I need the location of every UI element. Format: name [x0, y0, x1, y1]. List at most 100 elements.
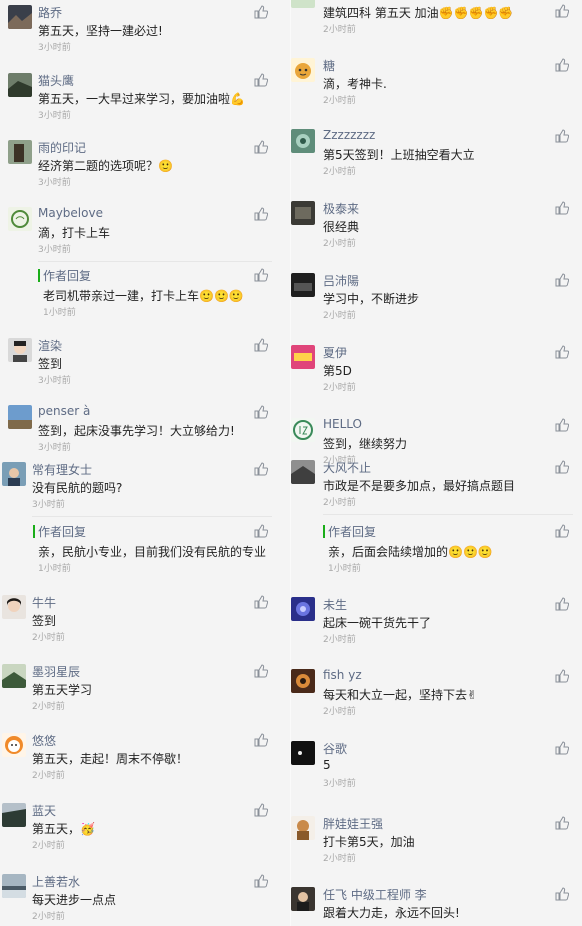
- comment-time: 2小时前: [32, 771, 65, 781]
- commenter-name[interactable]: 胖娃娃王强: [323, 815, 383, 832]
- commenter-name[interactable]: 墨羽星辰: [32, 663, 80, 680]
- avatar[interactable]: [291, 0, 315, 8]
- avatar[interactable]: [291, 418, 315, 442]
- commenter-name[interactable]: 悠悠: [32, 732, 56, 749]
- reply-text: 亲，后面会陆续增加的🙂🙂🙂: [328, 545, 493, 559]
- commenter-name[interactable]: 蓝天: [32, 802, 56, 819]
- commenter-name[interactable]: Zzzzzzzz: [323, 128, 375, 142]
- thumb-up-icon[interactable]: [555, 345, 569, 359]
- comment-text: 签到: [38, 357, 63, 371]
- thumb-up-icon[interactable]: [555, 201, 569, 215]
- avatar[interactable]: [8, 73, 32, 97]
- commenter-name[interactable]: 渲染: [38, 337, 62, 354]
- avatar[interactable]: [8, 405, 32, 429]
- commenter-name[interactable]: 任飞 中级工程师 李: [323, 886, 427, 903]
- thumb-up-icon[interactable]: [555, 418, 569, 432]
- commenter-name[interactable]: 极泰来: [323, 200, 359, 217]
- thumb-up-icon[interactable]: [555, 273, 569, 287]
- thumb-up-icon[interactable]: [555, 524, 569, 538]
- thumb-up-icon[interactable]: [254, 268, 268, 282]
- reply-time: 1小时前: [43, 308, 76, 318]
- thumb-up-icon[interactable]: [254, 524, 268, 538]
- comment-time: 2小时前: [32, 912, 65, 922]
- comment-time: 3小时前: [32, 500, 65, 510]
- avatar[interactable]: [291, 597, 315, 621]
- avatar[interactable]: [291, 273, 315, 297]
- thumb-up-icon[interactable]: [555, 597, 569, 611]
- commenter-name[interactable]: 雨的印记: [38, 139, 86, 156]
- comment-text: 很经典: [323, 220, 360, 234]
- commenter-name[interactable]: penser à: [38, 404, 90, 418]
- commenter-name[interactable]: 大风不止: [323, 459, 371, 476]
- avatar[interactable]: [291, 669, 315, 693]
- thumb-up-icon[interactable]: [555, 4, 569, 18]
- thumb-up-icon[interactable]: [254, 338, 268, 352]
- avatar[interactable]: [2, 664, 26, 688]
- thumb-up-icon[interactable]: [254, 73, 268, 87]
- thumb-up-icon[interactable]: [254, 462, 268, 476]
- thumb-up-icon[interactable]: [254, 803, 268, 817]
- commenter-name[interactable]: 猫头鹰: [38, 72, 74, 89]
- thumb-up-icon[interactable]: [254, 595, 268, 609]
- comment-time: 2小时前: [32, 633, 65, 643]
- comment-time: 2小时前: [323, 854, 356, 864]
- commenter-name[interactable]: 糖: [323, 57, 335, 74]
- avatar[interactable]: [2, 462, 26, 486]
- comment-text: 滴，打卡上车: [38, 226, 111, 240]
- thumb-up-icon[interactable]: [254, 664, 268, 678]
- thumb-up-icon[interactable]: [254, 5, 268, 19]
- thumb-up-icon[interactable]: [555, 460, 569, 474]
- commenter-name[interactable]: 吕沛陽: [323, 272, 359, 289]
- commenter-name[interactable]: 上善若水: [32, 873, 80, 890]
- commenter-name[interactable]: 常有理女士: [32, 461, 92, 478]
- thumb-up-icon[interactable]: [254, 207, 268, 221]
- commenter-name[interactable]: Maybelove: [38, 206, 103, 220]
- thumb-up-icon[interactable]: [555, 58, 569, 72]
- reply-indicator-bar: [33, 525, 35, 538]
- avatar[interactable]: [8, 140, 32, 164]
- comment-time: 3小时前: [323, 779, 356, 789]
- thumb-up-icon[interactable]: [254, 874, 268, 888]
- reply-label: 作者回复: [43, 269, 92, 283]
- avatar[interactable]: [291, 201, 315, 225]
- avatar[interactable]: [8, 207, 32, 231]
- thumb-up-icon[interactable]: [254, 733, 268, 747]
- avatar[interactable]: [291, 460, 315, 484]
- thumb-up-icon[interactable]: [555, 887, 569, 901]
- commenter-name[interactable]: 牛牛: [32, 594, 56, 611]
- right-comment-column: 建筑四科 第五天 加油✊✊✊✊✊ 2小时前 糖 滴，考神卡. 2小时前 Zzzz…: [290, 0, 582, 926]
- thumb-up-icon[interactable]: [555, 741, 569, 755]
- comment-time: 2小时前: [323, 383, 356, 393]
- commenter-name[interactable]: 路乔: [38, 4, 62, 21]
- avatar[interactable]: [291, 345, 315, 369]
- thumb-up-icon[interactable]: [555, 129, 569, 143]
- avatar[interactable]: [8, 5, 32, 29]
- avatar[interactable]: [291, 816, 315, 840]
- avatar[interactable]: [2, 733, 26, 757]
- commenter-name[interactable]: HELLO: [323, 417, 362, 431]
- reply-time: 1小时前: [38, 564, 71, 574]
- avatar[interactable]: [291, 129, 315, 153]
- avatar[interactable]: [291, 741, 315, 765]
- avatar[interactable]: [2, 595, 26, 619]
- commenter-name[interactable]: 未生: [323, 596, 347, 613]
- avatar[interactable]: [2, 874, 26, 898]
- thumb-up-icon[interactable]: [254, 405, 268, 419]
- thumb-up-icon[interactable]: [254, 140, 268, 154]
- avatar[interactable]: [8, 338, 32, 362]
- comment-text: 起床一碗干货先干了: [323, 616, 432, 630]
- thumb-up-icon[interactable]: [555, 816, 569, 830]
- thumb-up-icon[interactable]: [555, 669, 569, 683]
- comment-text: 市政是不是要多加点，最好搞点题目: [323, 479, 516, 493]
- avatar[interactable]: [291, 887, 315, 911]
- divider: [38, 261, 272, 262]
- commenter-name[interactable]: 夏伊: [323, 344, 347, 361]
- avatar[interactable]: [291, 58, 315, 82]
- commenter-name[interactable]: 谷歌: [323, 740, 347, 757]
- comment-text: 第五天，走起！周末不停歇！: [32, 752, 189, 766]
- avatar[interactable]: [2, 803, 26, 827]
- comment-time: 3小时前: [38, 178, 71, 188]
- comment-text: 学习中，不断进步: [323, 292, 420, 306]
- commenter-name[interactable]: fish yz: [323, 668, 362, 682]
- comment-text: 第5天签到！上班抽空看大立: [323, 148, 475, 162]
